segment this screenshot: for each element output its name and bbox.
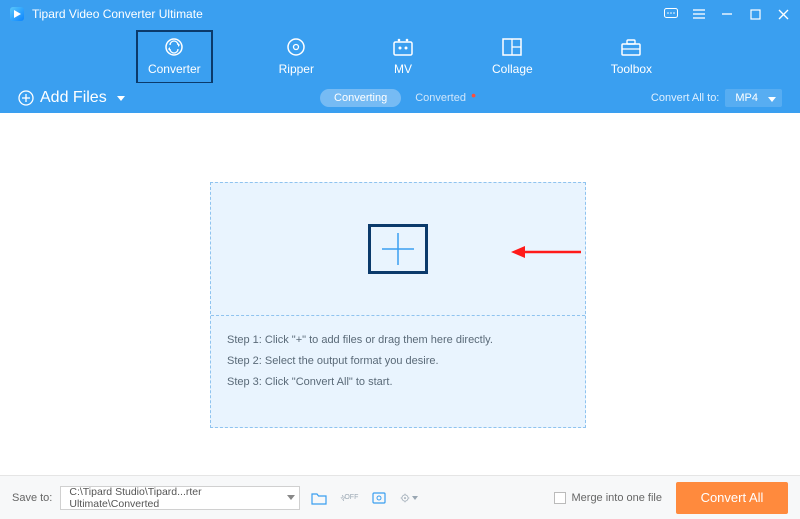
merge-checkbox[interactable]: Merge into one file [554, 492, 663, 504]
nav-ripper[interactable]: Ripper [267, 30, 326, 84]
add-files-label: Add Files [40, 89, 107, 107]
collage-icon [502, 36, 522, 58]
titlebar: Tipard Video Converter Ultimate [0, 0, 800, 28]
plus-circle-icon [18, 90, 34, 106]
close-icon[interactable] [776, 7, 790, 21]
maximize-icon[interactable] [748, 7, 762, 21]
tab-converting[interactable]: Converting [320, 89, 401, 107]
convert-all-label: Convert All [701, 490, 764, 505]
nav-label: Collage [492, 62, 533, 76]
save-to-label: Save to: [12, 492, 52, 504]
app-title: Tipard Video Converter Ultimate [32, 7, 203, 21]
chevron-down-icon [412, 496, 418, 500]
chevron-down-icon [117, 96, 125, 101]
nav-label: Ripper [279, 62, 314, 76]
footer: Save to: C:\Tipard Studio\Tipard...rter … [0, 475, 800, 519]
plus-icon [376, 227, 420, 271]
nav-collage[interactable]: Collage [480, 30, 545, 84]
chevron-down-icon [287, 495, 295, 500]
add-files-button[interactable]: Add Files [18, 89, 125, 107]
nav-label: MV [394, 62, 412, 76]
settings-button[interactable] [400, 489, 418, 507]
open-folder-button[interactable] [310, 489, 328, 507]
format-value: MP4 [735, 92, 758, 104]
nav-toolbox[interactable]: Toolbox [599, 30, 664, 84]
ripper-icon [285, 36, 307, 58]
merge-label: Merge into one file [572, 492, 663, 504]
step-3-text: Step 3: Click "Convert All" to start. [227, 372, 569, 393]
step-1-text: Step 1: Click "+" to add files or drag t… [227, 330, 569, 351]
dropzone-top [211, 183, 585, 315]
nav-label: Toolbox [611, 62, 652, 76]
dropzone-instructions: Step 1: Click "+" to add files or drag t… [211, 316, 585, 407]
output-format-dropdown[interactable]: MP4 [725, 89, 782, 107]
toolbox-icon [620, 36, 642, 58]
mv-icon [392, 36, 414, 58]
checkbox-icon [554, 492, 566, 504]
output-path-dropdown[interactable]: C:\Tipard Studio\Tipard...rter Ultimate\… [60, 486, 300, 510]
annotation-arrow-icon [511, 243, 581, 261]
chevron-down-icon [768, 97, 776, 102]
converter-icon [163, 36, 185, 58]
main-area: Step 1: Click "+" to add files or drag t… [0, 114, 800, 475]
gpu-accel-button[interactable] [370, 489, 388, 507]
nav-label: Converter [148, 62, 201, 76]
main-nav: Converter Ripper MV Collage Toolbox [0, 28, 800, 84]
step-2-text: Step 2: Select the output format you des… [227, 351, 569, 372]
speed-off-button[interactable]: OFF [340, 489, 358, 507]
app-logo-icon [10, 7, 24, 21]
output-path-value: C:\Tipard Studio\Tipard...rter Ultimate\… [69, 486, 279, 510]
add-files-plus-button[interactable] [368, 224, 428, 274]
nav-mv[interactable]: MV [380, 30, 426, 84]
tab-converted[interactable]: Converted• [401, 89, 480, 107]
convert-all-to-label: Convert All to: [651, 92, 719, 104]
notification-dot-icon: • [471, 87, 476, 103]
nav-converter[interactable]: Converter [136, 30, 213, 84]
menu-icon[interactable] [692, 7, 706, 21]
subbar: Add Files Converting Converted• Convert … [0, 83, 800, 113]
convert-all-button[interactable]: Convert All [676, 482, 788, 514]
minimize-icon[interactable] [720, 7, 734, 21]
feedback-icon[interactable] [664, 7, 678, 21]
dropzone[interactable]: Step 1: Click "+" to add files or drag t… [210, 182, 586, 428]
